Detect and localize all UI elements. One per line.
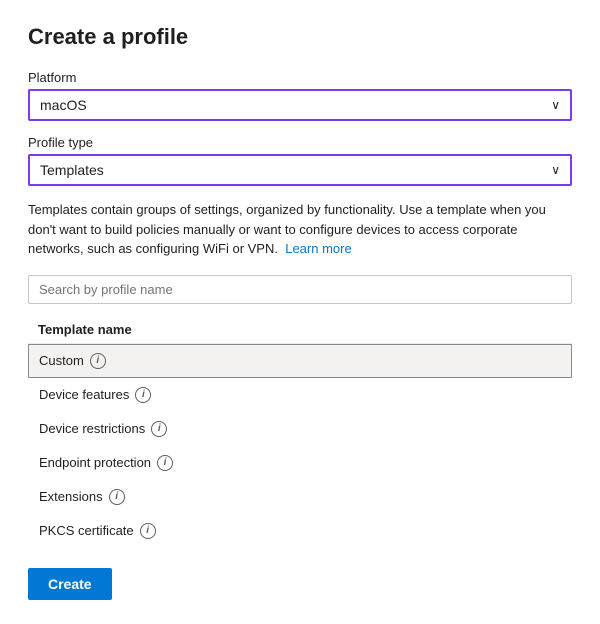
info-icon-pkcs-certificate[interactable]: i — [140, 523, 156, 539]
template-item-extensions[interactable]: Extensions i — [28, 480, 572, 514]
platform-field: Platform macOS ∨ — [28, 70, 572, 121]
template-list: Custom i Device features i Device restri… — [28, 344, 572, 548]
info-icon-extensions[interactable]: i — [109, 489, 125, 505]
profile-type-chevron-icon: ∨ — [551, 163, 560, 177]
create-button[interactable]: Create — [28, 568, 112, 600]
template-name-extensions: Extensions — [39, 489, 103, 504]
profile-type-select[interactable]: Templates ∨ — [28, 154, 572, 186]
template-item-custom[interactable]: Custom i — [28, 344, 572, 378]
profile-type-label: Profile type — [28, 135, 572, 150]
profile-type-field: Profile type Templates ∨ — [28, 135, 572, 186]
profile-type-value: Templates — [40, 162, 104, 178]
info-icon-device-restrictions[interactable]: i — [151, 421, 167, 437]
template-name-custom: Custom — [39, 353, 84, 368]
description-text: Templates contain groups of settings, or… — [28, 200, 572, 259]
template-item-endpoint-protection[interactable]: Endpoint protection i — [28, 446, 572, 480]
template-item-device-restrictions[interactable]: Device restrictions i — [28, 412, 572, 446]
platform-chevron-icon: ∨ — [551, 98, 560, 112]
column-header: Template name — [28, 316, 572, 344]
template-name-device-features: Device features — [39, 387, 129, 402]
search-input[interactable] — [28, 275, 572, 304]
platform-value: macOS — [40, 97, 87, 113]
page-title: Create a profile — [28, 24, 572, 50]
info-icon-endpoint-protection[interactable]: i — [157, 455, 173, 471]
template-item-device-features[interactable]: Device features i — [28, 378, 572, 412]
template-name-device-restrictions: Device restrictions — [39, 421, 145, 436]
info-icon-custom[interactable]: i — [90, 353, 106, 369]
info-icon-device-features[interactable]: i — [135, 387, 151, 403]
platform-label: Platform — [28, 70, 572, 85]
template-name-endpoint-protection: Endpoint protection — [39, 455, 151, 470]
template-name-pkcs-certificate: PKCS certificate — [39, 523, 134, 538]
platform-select[interactable]: macOS ∨ — [28, 89, 572, 121]
template-item-pkcs-certificate[interactable]: PKCS certificate i — [28, 514, 572, 548]
learn-more-link[interactable]: Learn more — [285, 241, 351, 256]
